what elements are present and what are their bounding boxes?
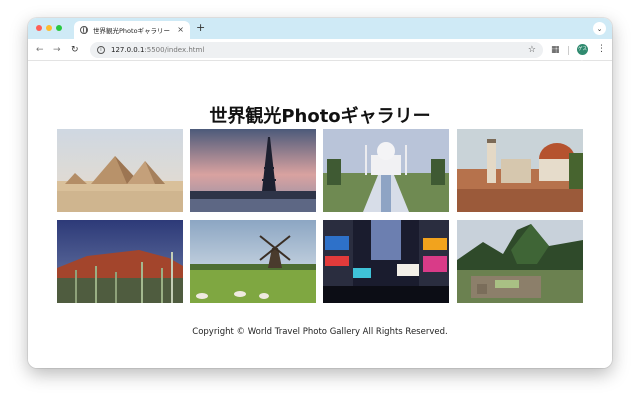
url-path: :5500/index.html <box>144 46 205 54</box>
gallery-photo-taj-mahal[interactable] <box>323 129 449 212</box>
forward-arrow-icon[interactable]: → <box>53 43 61 57</box>
info-icon[interactable]: i <box>97 46 105 54</box>
gallery-photo-machu-picchu[interactable] <box>457 220 583 303</box>
address-bar[interactable]: i 127.0.0.1:5500/index.html ☆ <box>90 42 543 58</box>
profile-avatar[interactable]: ゲスト <box>577 44 588 63</box>
minimize-window-button[interactable] <box>46 25 52 31</box>
close-window-button[interactable] <box>36 25 42 31</box>
tab-strip: 世界観光Photoギャラリー × + ⌄ <box>28 18 612 39</box>
gallery-photo-uluru-cactus[interactable] <box>57 220 183 303</box>
browser-window: 世界観光Photoギャラリー × + ⌄ ← → ↻ i 127.0.0.1:5… <box>28 18 612 368</box>
page-title: 世界観光Photoギャラリー <box>209 106 431 127</box>
gallery-photo-eiffel-tower[interactable] <box>190 129 316 212</box>
browser-toolbar: ← → ↻ i 127.0.0.1:5500/index.html ☆ ▦ ゲス… <box>28 39 612 63</box>
active-tab[interactable]: 世界観光Photoギャラリー × <box>74 21 190 39</box>
gallery-photo-pyramids[interactable] <box>57 129 183 212</box>
maximize-window-button[interactable] <box>56 25 62 31</box>
back-arrow-icon[interactable]: ← <box>36 43 44 57</box>
photo-gallery <box>57 129 583 304</box>
toolbar-divider <box>568 46 569 55</box>
url-host: 127.0.0.1 <box>111 46 145 54</box>
url-text[interactable]: 127.0.0.1:5500/index.html <box>111 46 528 54</box>
tab-title: 世界観光Photoギャラリー <box>93 27 171 35</box>
gallery-photo-windmill[interactable] <box>190 220 316 303</box>
extensions-icon[interactable]: ▦ <box>551 44 560 56</box>
chevron-down-icon[interactable]: ⌄ <box>593 22 606 35</box>
new-tab-button[interactable]: + <box>196 22 205 34</box>
globe-icon <box>80 26 88 34</box>
gallery-photo-times-square[interactable] <box>323 220 449 303</box>
reload-icon[interactable]: ↻ <box>71 43 79 57</box>
menu-kebab-icon[interactable]: ⋮ <box>597 43 606 56</box>
page-content: 世界観光Photoギャラリー Copyright © World Travel … <box>28 61 612 368</box>
page-footer: Copyright © World Travel Photo Gallery A… <box>192 327 448 337</box>
tab-close-button[interactable]: × <box>177 26 184 34</box>
gallery-photo-florence-duomo[interactable] <box>457 129 583 212</box>
bookmark-star-icon[interactable]: ☆ <box>528 45 536 55</box>
